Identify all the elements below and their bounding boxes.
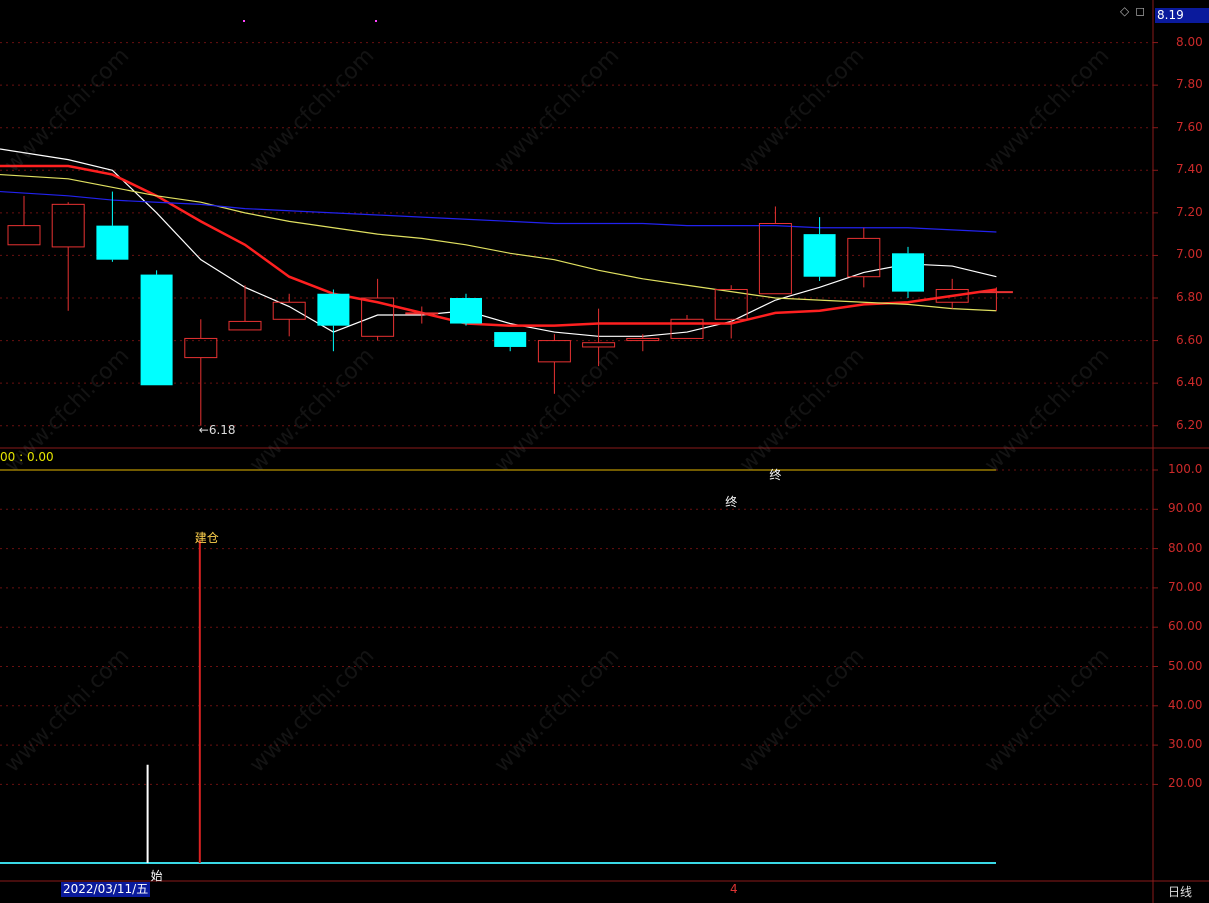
candle-body (317, 293, 350, 326)
current-price-badge: 8.19 (1155, 8, 1209, 23)
chart-stage[interactable]: www.cfchi.com www.cfchi.com www.cfchi.com w… (0, 0, 1209, 903)
signal-label: 建仓 (194, 530, 219, 545)
candle-body (184, 337, 218, 359)
indicator-tick-label: 100.0 (1168, 462, 1203, 476)
indicator-tick-label: 50.00 (1168, 658, 1203, 673)
top-marker-dot (375, 20, 377, 22)
price-tick-label: 6.20 (1176, 417, 1203, 432)
window-icon[interactable]: ◻ (1135, 4, 1145, 18)
candle-body (979, 291, 1013, 294)
price-tick-label: 7.60 (1176, 119, 1203, 134)
price-tick-label: 7.20 (1176, 204, 1203, 219)
period-button[interactable]: 日线 (1168, 883, 1192, 900)
signal-label: 终 (725, 495, 738, 510)
candle-body (582, 342, 616, 348)
indicator-readout: 00 : 0.00 (0, 450, 54, 464)
candle-body (892, 253, 924, 292)
indicator-tick-label: 20.00 (1168, 776, 1203, 791)
price-tick-label: 8.00 (1176, 34, 1203, 49)
indicator-tick-label: 60.00 (1168, 619, 1203, 634)
low-price-annotation: ←6.18 (198, 422, 236, 437)
candle-body (714, 288, 748, 320)
price-tick-label: 7.80 (1176, 77, 1203, 92)
candle-body (803, 234, 836, 277)
candle-body (7, 225, 41, 246)
candle-body (847, 237, 881, 278)
window-controls[interactable]: ◇ ◻ (1120, 4, 1151, 18)
candle-body (405, 312, 439, 315)
cursor-date-label: 2022/03/11/五 (61, 882, 151, 897)
candle-body (96, 225, 129, 260)
candle-body (228, 320, 262, 331)
candle-body (140, 274, 173, 386)
indicator-tick-label: 70.00 (1168, 579, 1203, 594)
price-tick-label: 6.60 (1176, 332, 1203, 347)
candle-body (450, 298, 482, 324)
chart-canvas[interactable] (0, 0, 1209, 903)
candle-body (626, 337, 660, 342)
price-tick-label: 6.80 (1176, 290, 1203, 304)
date-marker: 4 (730, 882, 738, 896)
indicator-tick-label: 80.00 (1168, 540, 1203, 555)
signal-label: 始 (150, 868, 163, 883)
price-tick-label: 7.40 (1176, 162, 1203, 177)
indicator-tick-label: 30.00 (1168, 737, 1203, 752)
candle-body (272, 301, 306, 320)
price-tick-label: 7.00 (1176, 247, 1203, 262)
signal-label: 终 (769, 467, 782, 482)
top-marker-dot (243, 20, 245, 22)
ma-line-blue (0, 190, 997, 233)
candle-body (758, 223, 792, 295)
indicator-tick-label: 40.00 (1168, 697, 1203, 712)
candle-body (51, 203, 85, 248)
diamond-icon[interactable]: ◇ (1120, 4, 1129, 18)
candle-body (537, 340, 571, 363)
price-tick-label: 6.40 (1176, 375, 1203, 390)
indicator-tick-label: 90.00 (1168, 501, 1203, 516)
candle-body (494, 332, 527, 347)
